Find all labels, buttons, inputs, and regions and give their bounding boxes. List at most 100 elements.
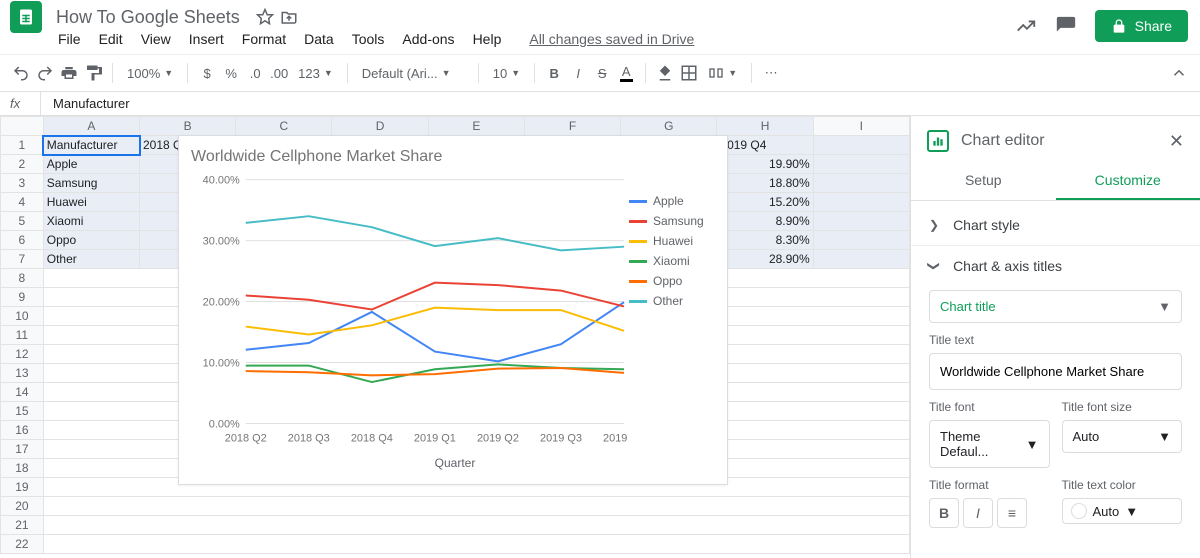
comments-icon[interactable] (1055, 15, 1077, 37)
title-align-button[interactable]: ≡ (997, 498, 1027, 528)
cell[interactable]: 19.90% (717, 155, 813, 174)
col-header[interactable]: G (621, 117, 717, 136)
tab-customize[interactable]: Customize (1056, 162, 1200, 200)
paint-format-icon[interactable] (84, 64, 102, 82)
more-icon[interactable]: ⋯ (762, 64, 780, 82)
strikethrough-icon[interactable]: S (593, 64, 611, 82)
document-title[interactable]: How To Google Sheets (56, 7, 240, 28)
chart-legend: AppleSamsungHuaweiXiaomiOppoOther (629, 174, 719, 454)
chart-plot-area: 0.00%10.00%20.00%30.00%40.00%2018 Q22018… (191, 174, 629, 454)
formula-bar-value[interactable]: Manufacturer (47, 96, 130, 111)
svg-text:2018 Q3: 2018 Q3 (288, 432, 330, 444)
chart-title: Worldwide Cellphone Market Share (191, 148, 719, 166)
chevron-down-icon: ❯ (927, 261, 941, 271)
decrease-decimal-icon[interactable]: .0 (246, 64, 264, 82)
embedded-chart[interactable]: Worldwide Cellphone Market Share 0.00%10… (178, 135, 728, 485)
title-font-size-label: Title font size (1062, 400, 1183, 414)
svg-text:2018 Q4: 2018 Q4 (351, 432, 393, 444)
cell[interactable]: 8.30% (717, 231, 813, 250)
cell[interactable]: Other (43, 250, 139, 269)
fx-label: fx (10, 96, 40, 111)
title-font-size-select[interactable]: Auto▼ (1062, 420, 1183, 453)
col-header[interactable]: B (140, 117, 236, 136)
number-format-select[interactable]: 123▼ (294, 66, 337, 81)
percent-icon[interactable]: % (222, 64, 240, 82)
chart-editor-title: Chart editor (961, 132, 1157, 150)
cell[interactable]: 8.90% (717, 212, 813, 231)
col-header[interactable]: A (43, 117, 139, 136)
chart-x-axis-label: Quarter (191, 456, 719, 470)
title-text-color-select[interactable]: Auto▼ (1062, 498, 1183, 524)
menu-help[interactable]: Help (473, 31, 502, 47)
title-text-label: Title text (929, 333, 1182, 347)
currency-icon[interactable]: $ (198, 64, 216, 82)
font-select[interactable]: Default (Ari...▼ (358, 66, 468, 81)
col-header[interactable]: H (717, 117, 813, 136)
print-icon[interactable] (60, 64, 78, 82)
cell[interactable]: Xiaomi (43, 212, 139, 231)
col-header[interactable]: I (813, 117, 909, 136)
cell[interactable]: Huawei (43, 193, 139, 212)
text-color-icon[interactable]: A (617, 64, 635, 82)
col-header[interactable]: D (332, 117, 428, 136)
svg-text:2019 Q1: 2019 Q1 (414, 432, 456, 444)
tab-setup[interactable]: Setup (911, 162, 1056, 200)
cell[interactable]: 18.80% (717, 174, 813, 193)
cell[interactable]: 15.20% (717, 193, 813, 212)
menu-file[interactable]: File (58, 31, 81, 47)
menu-tools[interactable]: Tools (352, 31, 385, 47)
zoom-select[interactable]: 100%▼ (123, 66, 177, 81)
section-chart-style[interactable]: ❯ Chart style (911, 205, 1200, 245)
chart-title-type-select[interactable]: Chart title▼ (929, 290, 1182, 323)
undo-icon[interactable] (12, 64, 30, 82)
collapse-sidebar-icon[interactable] (1170, 64, 1188, 82)
menu-insert[interactable]: Insert (189, 31, 224, 47)
move-to-drive-icon[interactable] (280, 8, 298, 26)
borders-icon[interactable] (680, 64, 698, 82)
share-button[interactable]: Share (1095, 10, 1188, 42)
fill-color-icon[interactable] (656, 64, 674, 82)
title-bold-button[interactable]: B (929, 498, 959, 528)
svg-text:2019 Q2: 2019 Q2 (477, 432, 519, 444)
cell[interactable]: Oppo (43, 231, 139, 250)
cell[interactable]: Manufacturer (43, 136, 139, 155)
cell[interactable]: 28.90% (717, 250, 813, 269)
svg-text:30.00%: 30.00% (203, 236, 240, 248)
activity-line-icon[interactable] (1015, 15, 1037, 37)
save-status[interactable]: All changes saved in Drive (529, 31, 694, 47)
chart-editor-panel: Chart editor ✕ Setup Customize ❯ Chart s… (910, 116, 1200, 558)
svg-text:40.00%: 40.00% (203, 175, 240, 187)
section-chart-axis-titles[interactable]: ❯ Chart & axis titles (911, 245, 1200, 286)
title-italic-button[interactable]: I (963, 498, 993, 528)
cell[interactable]: Apple (43, 155, 139, 174)
sheets-logo[interactable] (10, 1, 42, 33)
col-header[interactable]: C (236, 117, 332, 136)
menu-data[interactable]: Data (304, 31, 334, 47)
redo-icon[interactable] (36, 64, 54, 82)
title-text-input[interactable] (929, 353, 1182, 390)
col-header[interactable]: E (428, 117, 524, 136)
increase-decimal-icon[interactable]: .00 (270, 64, 288, 82)
toolbar: 100%▼ $ % .0 .00 123▼ Default (Ari...▼ 1… (0, 54, 1200, 92)
svg-text:2019 Q3: 2019 Q3 (540, 432, 582, 444)
cell[interactable]: 2019 Q4 (717, 136, 813, 155)
col-header[interactable]: F (524, 117, 620, 136)
menu-addons[interactable]: Add-ons (402, 31, 454, 47)
title-font-select[interactable]: Theme Defaul...▼ (929, 420, 1050, 468)
menu-format[interactable]: Format (242, 31, 286, 47)
menu-view[interactable]: View (141, 31, 171, 47)
svg-text:2019 Q4: 2019 Q4 (603, 432, 629, 444)
cell[interactable]: Samsung (43, 174, 139, 193)
svg-text:2018 Q2: 2018 Q2 (225, 432, 267, 444)
title-font-label: Title font (929, 400, 1050, 414)
font-size-select[interactable]: 10▼ (489, 66, 524, 81)
chart-editor-icon (927, 130, 949, 152)
bold-icon[interactable]: B (545, 64, 563, 82)
star-icon[interactable] (256, 8, 274, 26)
close-icon[interactable]: ✕ (1169, 131, 1184, 152)
italic-icon[interactable]: I (569, 64, 587, 82)
menu-edit[interactable]: Edit (99, 31, 123, 47)
merge-cells-icon[interactable]: ▼ (704, 65, 741, 81)
title-format-label: Title format (929, 478, 1050, 492)
svg-text:20.00%: 20.00% (203, 297, 240, 309)
